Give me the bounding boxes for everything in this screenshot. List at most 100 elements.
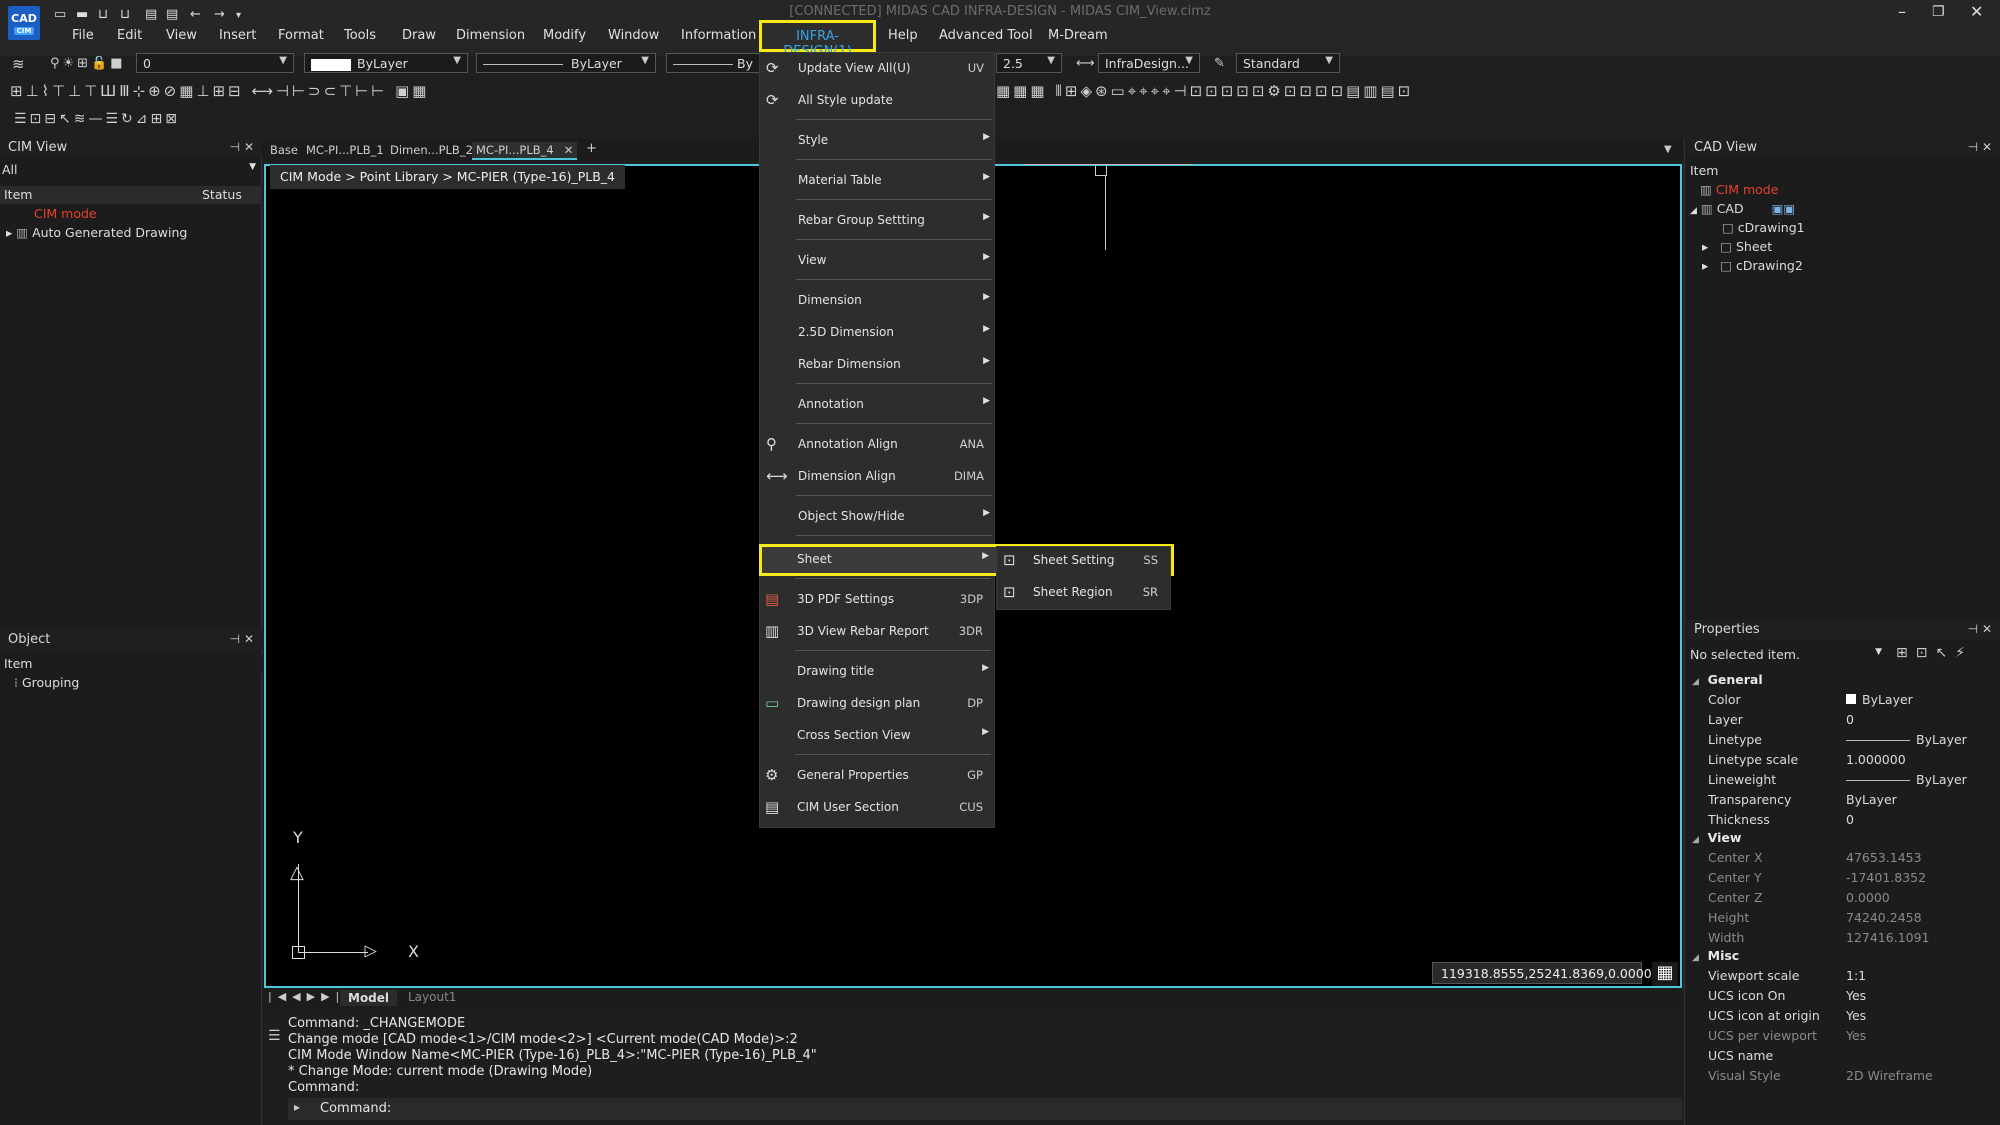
prop-linetype-scale-value[interactable]: 1.000000 (1846, 752, 1906, 767)
properties-tool-icons[interactable]: ⊞⊡↖⚡ (1896, 645, 1973, 661)
menu-insert[interactable]: Insert (219, 28, 256, 43)
restore-button[interactable]: ❐ (1932, 4, 1945, 20)
section-view[interactable]: ◢ View (1692, 830, 1741, 845)
menu-all-style-update[interactable]: ⟳ All Style update (760, 87, 996, 115)
menu-dimension-sub[interactable]: Dimension ▶ (760, 287, 996, 315)
expand-arrow-icon[interactable]: ▸ (1702, 239, 1708, 254)
new-tab-button[interactable]: + (582, 140, 601, 158)
menu-general-properties[interactable]: ⚙ General Properties GP (759, 762, 995, 790)
menu-update-view-all[interactable]: ⟳ Update View All(U) UV (760, 55, 996, 83)
menu-material-table[interactable]: Material Table ▶ (760, 167, 996, 195)
menu-information[interactable]: Information (681, 28, 756, 43)
pin-close-icons[interactable]: ⊣ ✕ (230, 140, 254, 154)
prop-ucs-icon-on-value[interactable]: Yes (1846, 988, 1866, 1003)
command-input[interactable]: ▸ Command: (288, 1098, 1682, 1120)
pin-close-icons[interactable]: ⊣ ✕ (1968, 140, 1992, 154)
menu-sheet[interactable]: Sheet ▶ (759, 546, 995, 574)
tab-list-dropdown-icon[interactable]: ▼ (1664, 144, 1672, 155)
menu-rebar-dimension[interactable]: Rebar Dimension ▶ (760, 351, 996, 379)
menu-style[interactable]: Style ▶ (760, 127, 996, 155)
layer-state-icons[interactable]: ⚲☀⊞🔓■ (50, 56, 126, 71)
linetype-dropdown[interactable]: ByLayer ▼ (476, 53, 656, 73)
infra-toolbar-icons[interactable]: ▦▦▦ ⦀⊞◈⊛▭⌖⌖⌖⌖⊣⊡⊡⊡⊡⊡⚙⊡⊡⊡⊡▤▥▤⊡ (996, 82, 1696, 100)
pin-close-icons[interactable]: ⊣ ✕ (1968, 622, 1992, 636)
tab-base[interactable]: Base (266, 142, 302, 160)
tab-layout1[interactable]: Layout1 (408, 990, 456, 1004)
cad-tree-cim-mode[interactable]: ▥ CIM mode (1700, 182, 1778, 197)
prop-layer-value[interactable]: 0 (1846, 712, 1854, 727)
menu-drawing-title[interactable]: Drawing title ▶ (759, 658, 995, 686)
object-item-grouping[interactable]: ⁞ Grouping (14, 675, 79, 690)
menu-help[interactable]: Help (888, 28, 918, 43)
pin-close-icons[interactable]: ⊣ ✕ (230, 632, 254, 646)
prop-lineweight-value[interactable]: ByLayer (1846, 772, 1967, 787)
expand-arrow-icon[interactable]: ▸ (1702, 258, 1708, 273)
layer-dropdown[interactable]: 0 ▼ (136, 53, 294, 73)
section-misc[interactable]: ◢ Misc (1692, 948, 1739, 963)
color-dropdown[interactable]: ByLayer ▼ (304, 53, 468, 73)
cad-tree-cad[interactable]: ◢ ▥ CAD ▣▣ (1690, 201, 1795, 216)
view-mode-icons[interactable]: ▣▣ (1772, 201, 1796, 216)
drawing-geometry-marker (1095, 164, 1107, 176)
menu-drawing-design-plan[interactable]: ▭ Drawing design plan DP (759, 690, 995, 718)
menu-dimension[interactable]: Dimension (456, 28, 525, 43)
dimstyle-dropdown[interactable]: InfraDesign... ▼ (1098, 53, 1200, 73)
tree-item-cim-mode[interactable]: CIM mode (34, 206, 97, 221)
scale-dropdown[interactable]: 2.5 ▼ (996, 53, 1062, 73)
menu-cim-user-section[interactable]: ▤ CIM User Section CUS (759, 794, 995, 822)
menu-modify[interactable]: Modify (543, 28, 586, 43)
menu-file[interactable]: File (72, 28, 94, 43)
menu-annotation[interactable]: Annotation ▶ (760, 391, 996, 419)
tab-model[interactable]: Model (340, 990, 398, 1006)
layer-manager-icon[interactable]: ≋ (12, 55, 28, 73)
cim-view-filter[interactable]: All ▼ (2, 162, 258, 180)
menu-view-sub[interactable]: View ▶ (760, 247, 996, 275)
submenu-sheet-setting[interactable]: ⊡ Sheet Setting SS (997, 547, 1170, 575)
collapse-arrow-icon[interactable]: ◢ (1690, 206, 1697, 216)
prop-ucs-icon-origin-value[interactable]: Yes (1846, 1008, 1866, 1023)
expand-arrow-icon[interactable]: ▸ (6, 225, 12, 240)
menu-advanced-tool[interactable]: Advanced Tool (939, 28, 1033, 43)
textstyle-dropdown[interactable]: Standard ▼ (1236, 53, 1340, 73)
tab-mc-pi-plb-1[interactable]: MC-PI...PLB_1 (302, 142, 388, 160)
menu-infra-design[interactable]: INFRA-DESIGN(1) (759, 20, 876, 59)
cad-tree-cdrawing2[interactable]: ▸ □ cDrawing2 (1702, 258, 1803, 273)
menu-rebar-group-setting[interactable]: Rebar Group Settting ▶ (760, 207, 996, 235)
tree-item-auto-generated[interactable]: ▸ ▥ Auto Generated Drawing (6, 225, 187, 240)
tab-mc-pi-plb-4[interactable]: MC-PI...PLB_4 ✕ (472, 142, 578, 160)
grid-toggle-icon[interactable]: ▦ (1652, 962, 1678, 986)
selection-dropdown[interactable]: No selected item. ▼ (1688, 645, 1884, 665)
layout-nav-icons[interactable]: |◀◀▶▶| (268, 990, 345, 1003)
menu-annotation-align[interactable]: ⚲ Annotation Align ANA (760, 431, 996, 459)
menu-3d-view-rebar-report[interactable]: ▥ 3D View Rebar Report 3DR (759, 618, 995, 646)
menu-dimension-align[interactable]: ⟷ Dimension Align DIMA (760, 463, 996, 491)
menu-object-show-hide[interactable]: Object Show/Hide ▶ (760, 503, 996, 531)
view-toolbar-icons[interactable]: ☰⊡⊟↖≋—☰↻⊿⊞⊠ (14, 111, 284, 127)
menu-cross-section-view[interactable]: Cross Section View ▶ (759, 722, 995, 750)
menu-m-dream[interactable]: M-Dream (1048, 28, 1108, 43)
menu-2-5d-dimension[interactable]: 2.5D Dimension ▶ (760, 319, 996, 347)
draw-modify-toolbar-icons[interactable]: ⊞⊥⌇⊤⊥⊤ШⅢ⊹⊕⊘▦⊥⊞⊟ ⟷⊣⊢⊃⊂⊤⊢⊢ ▣▦ (10, 82, 755, 100)
section-general[interactable]: ◢ General (1692, 672, 1763, 687)
tab-dimen-plb-2[interactable]: Dimen...PLB_2 (386, 142, 477, 160)
lineweight-dropdown[interactable]: By (666, 53, 760, 73)
close-tab-icon[interactable]: ✕ (564, 143, 574, 157)
submenu-sheet-region[interactable]: ⊡ Sheet Region SR (997, 579, 1170, 607)
menu-view[interactable]: View (166, 28, 197, 43)
prop-color-value[interactable]: ByLayer (1846, 692, 1913, 707)
prop-thickness-value[interactable]: 0 (1846, 812, 1854, 827)
command-menu-icon[interactable]: ☰ (268, 1028, 281, 1044)
menu-draw[interactable]: Draw (402, 28, 436, 43)
menu-window[interactable]: Window (608, 28, 659, 43)
prop-transparency-value[interactable]: ByLayer (1846, 792, 1897, 807)
prop-viewport-scale-value[interactable]: 1:1 (1846, 968, 1866, 983)
menu-3d-pdf-settings[interactable]: ▤ 3D PDF Settings 3DP (759, 586, 995, 614)
menu-edit[interactable]: Edit (117, 28, 142, 43)
menu-format[interactable]: Format (278, 28, 324, 43)
menu-tools[interactable]: Tools (344, 28, 376, 43)
minimize-button[interactable]: – (1898, 2, 1906, 21)
cad-tree-cdrawing1[interactable]: □ cDrawing1 (1722, 220, 1805, 235)
cad-tree-sheet[interactable]: ▸ □ Sheet (1702, 239, 1772, 254)
prop-linetype-value[interactable]: ByLayer (1846, 732, 1967, 747)
close-button[interactable]: ✕ (1970, 2, 1983, 21)
